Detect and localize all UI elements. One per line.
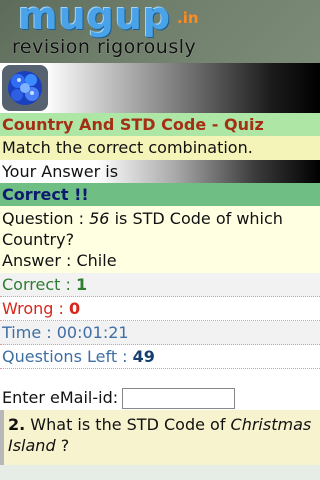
stat-wrong: Wrong : 0 [0,297,320,321]
next-question-number: 2. [8,415,26,434]
site-logo[interactable]: mugup [18,0,171,38]
stat-wrong-label: Wrong : [2,299,69,318]
email-label: Enter eMail-id: [2,388,119,407]
stat-correct-label: Correct : [2,275,76,294]
next-question-end: ? [55,436,70,455]
answer-result: Correct !! [0,183,320,206]
stat-left-value: 49 [132,347,155,366]
stat-left-label: Questions Left : [2,347,133,366]
stat-time: Time : 00:01:21 [0,321,320,345]
stat-wrong-value: 0 [68,299,81,318]
stat-time-label: Time : [2,323,57,342]
answer-options-area [0,465,320,480]
site-logo-tld: .in [177,9,199,27]
stat-questions-left: Questions Left : 49 [0,345,320,369]
globe-cluster-icon[interactable] [2,65,48,111]
quiz-instruction: Match the correct combination. [0,136,320,160]
your-answer-label: Your Answer is [0,160,320,183]
correct-answer: Answer : Chile [2,251,117,270]
stat-time-value: 00:01:21 [56,323,129,342]
question-number: 56 [89,209,110,228]
previous-question: Question : 56 is STD Code of which Count… [0,206,320,273]
site-header: mugup .in revision rigorously [0,0,320,63]
question-prefix: Question : [2,209,90,228]
stat-correct: Correct : 1 [0,273,320,297]
quiz-title: Country And STD Code - Quiz [0,113,320,136]
stat-correct-value: 1 [75,275,88,294]
email-row: Enter eMail-id: [0,386,320,410]
next-question-text: What is the STD Code of [25,415,231,434]
app-icon-strip [0,63,320,113]
site-tagline: revision rigorously [12,36,197,58]
next-question: 2. What is the STD Code of Christmas Isl… [0,410,320,465]
email-input[interactable] [122,387,236,409]
